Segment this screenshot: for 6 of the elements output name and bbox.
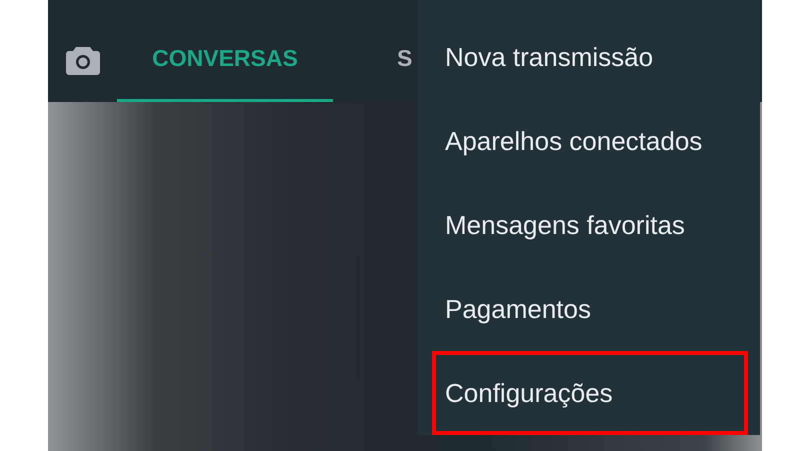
camera-icon[interactable] xyxy=(64,44,100,76)
menu-item[interactable]: Pagamentos xyxy=(432,267,748,351)
menu-item[interactable]: Nova transmissão xyxy=(432,15,748,99)
menu-item[interactable]: Configurações xyxy=(432,351,748,435)
menu-item[interactable]: Aparelhos conectados xyxy=(432,99,748,183)
menu-item[interactable]: Mensagens favoritas xyxy=(432,183,748,267)
